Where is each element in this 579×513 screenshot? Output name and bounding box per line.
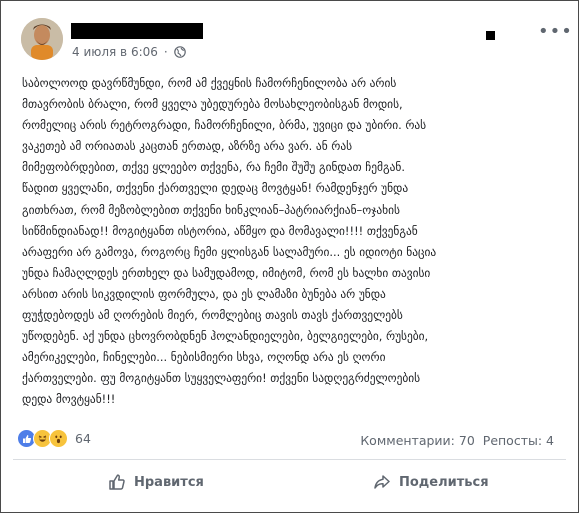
share-icon xyxy=(373,473,391,491)
post-card: 4 июля в 6:06 · ••• საბოლოოდ დავრწმუნდი,… xyxy=(0,0,579,513)
like-button-label: Нравится xyxy=(134,474,204,490)
meta-separator: · xyxy=(163,45,168,59)
post-stats: Комментарии: 70 Репосты: 4 xyxy=(360,433,554,448)
share-button-label: Поделиться xyxy=(399,474,489,490)
shares-count[interactable]: Репосты: 4 xyxy=(483,433,554,448)
avatar[interactable] xyxy=(21,18,63,60)
reaction-count: 64 xyxy=(75,431,91,446)
post-body-text: საბოლოოდ დავრწმუნდი, რომ ამ ქვეყნის ჩამო… xyxy=(22,76,437,407)
thumbs-up-icon xyxy=(108,473,126,491)
reactions-summary[interactable]: 64 xyxy=(17,429,91,448)
divider xyxy=(13,459,566,460)
post-meta: 4 июля в 6:06 · xyxy=(72,45,186,59)
post-timestamp[interactable]: 4 июля в 6:06 xyxy=(72,45,158,59)
wow-icon xyxy=(49,429,68,448)
author-name-redacted[interactable] xyxy=(71,23,203,39)
like-button[interactable]: Нравится xyxy=(108,473,204,491)
globe-icon xyxy=(173,46,186,58)
more-options-icon[interactable]: ••• xyxy=(538,23,573,41)
redaction-mark xyxy=(486,31,495,40)
comments-count[interactable]: Комментарии: 70 xyxy=(360,433,474,448)
share-button[interactable]: Поделиться xyxy=(373,473,489,491)
